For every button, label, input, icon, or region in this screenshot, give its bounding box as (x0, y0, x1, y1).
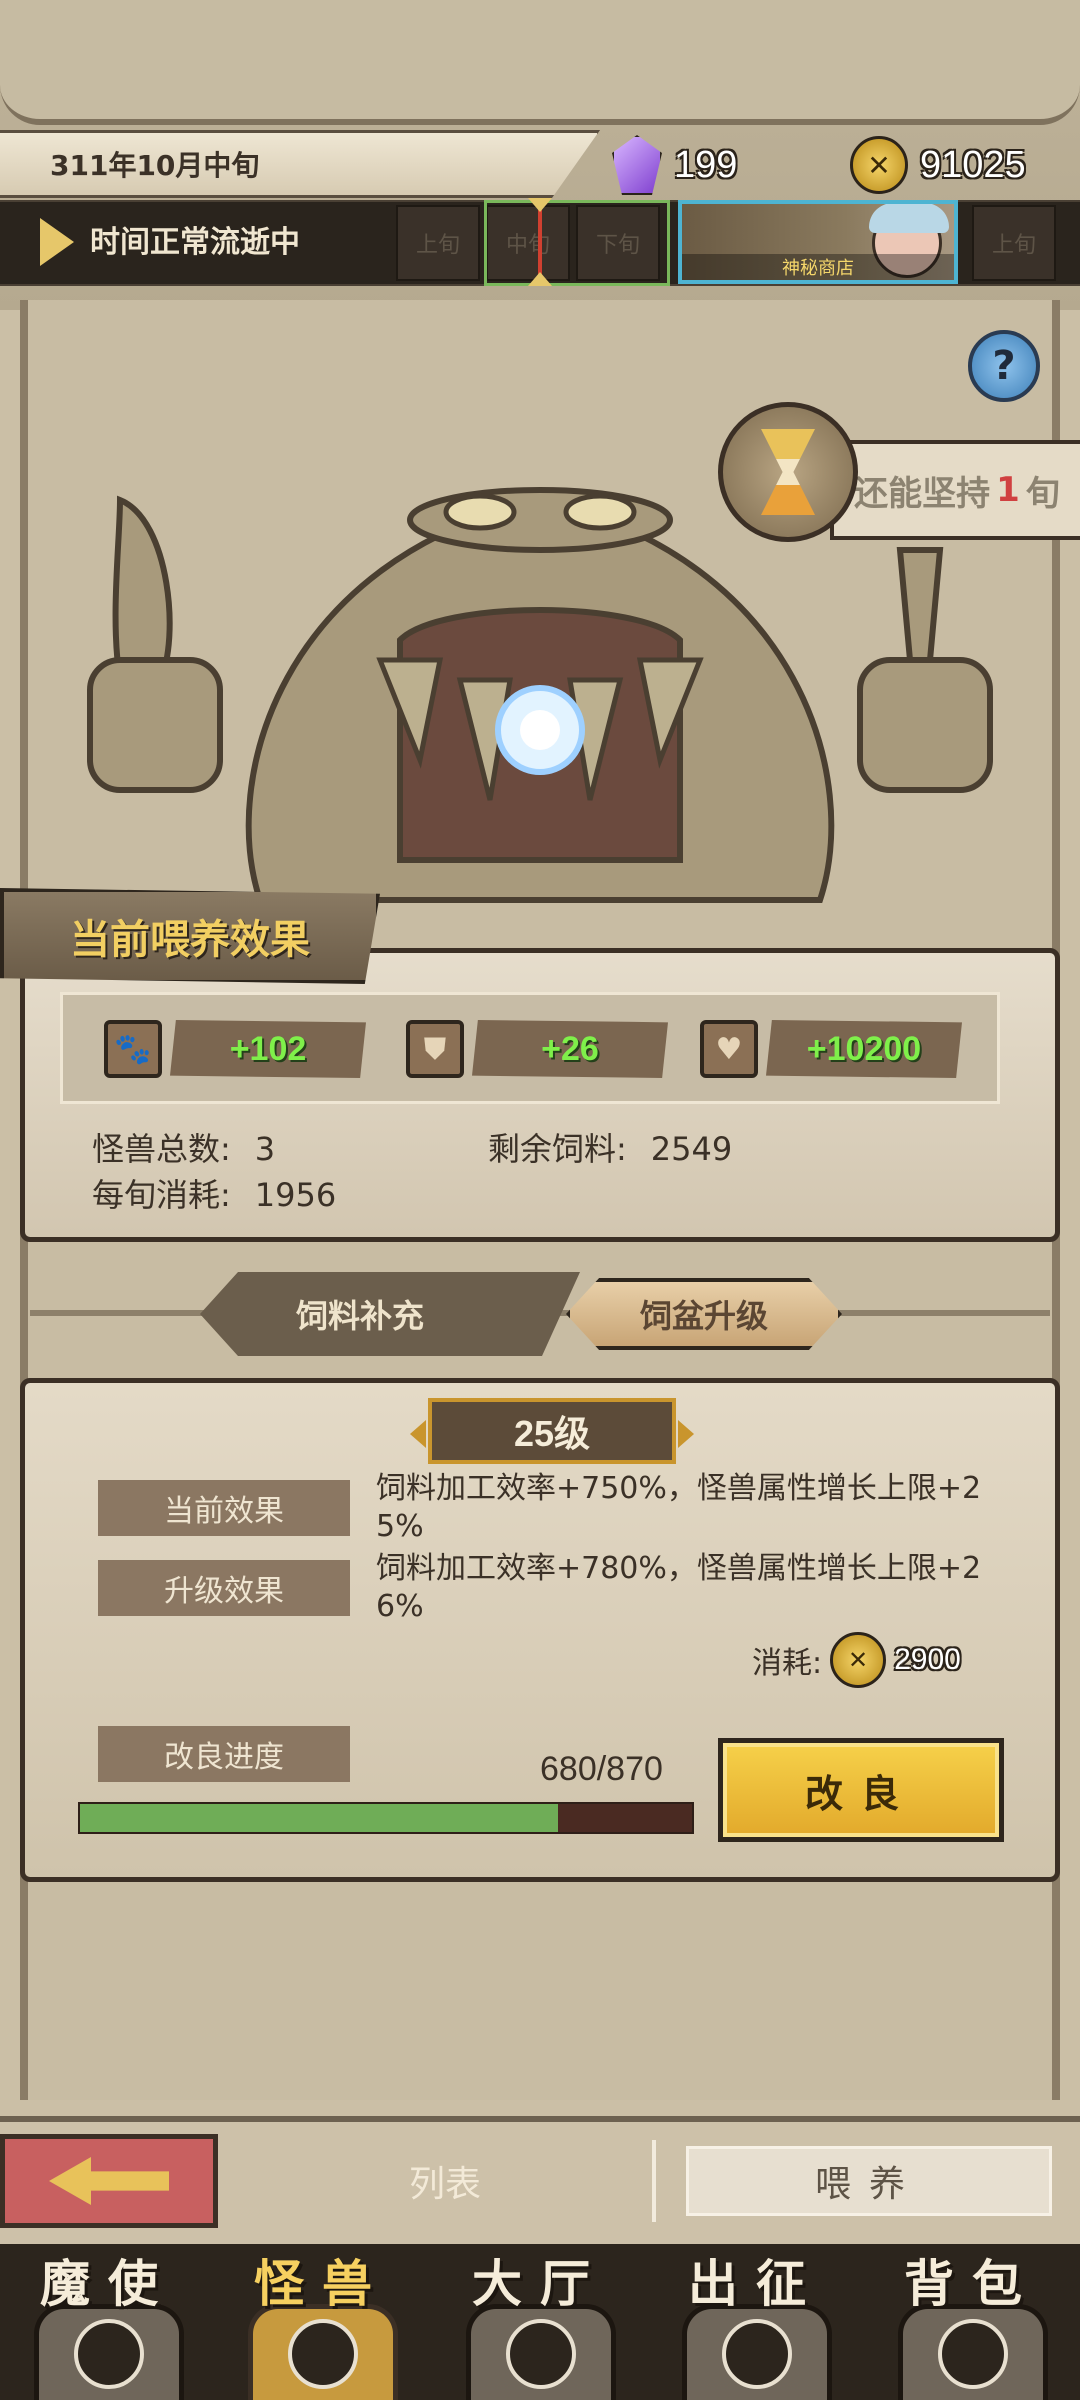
persist-count: 1 (996, 470, 1020, 510)
top-ornament (0, 0, 1080, 125)
play-icon[interactable] (40, 218, 74, 266)
mystery-shop-event[interactable]: 神秘商店 (678, 200, 958, 284)
question-icon[interactable]: ? (968, 330, 1040, 402)
persist-prefix: 还能坚持 (854, 473, 991, 514)
upgrade-cost: 消耗: ✕ 2900 (752, 1632, 961, 1688)
remaining-feed-label: 剩余饲料: (488, 1130, 627, 1168)
cost-value: 2900 (894, 1643, 961, 1676)
shield-icon: ⛊ (406, 1020, 464, 1078)
coin-count: 91025 (920, 143, 1026, 186)
monster-count-value: 3 (254, 1130, 276, 1168)
progress-label: 改良进度 (98, 1726, 350, 1782)
skull-icon (34, 2304, 184, 2400)
nav-label: 出征 (688, 2255, 824, 2313)
cost-label: 消耗: (752, 1646, 823, 1681)
timeline-cell: 上旬 (972, 205, 1056, 281)
coin-icon: ✕ (830, 1632, 887, 1688)
helmet-icon (682, 2304, 832, 2400)
nav-label: 背包 (904, 2255, 1040, 2313)
nav-label: 大厅 (472, 2255, 608, 2313)
hall-icon (466, 2304, 616, 2400)
persist-banner: 还能坚持 1 旬 (830, 440, 1080, 540)
progress-text: 680/870 (540, 1750, 663, 1788)
timeline-cell: 上旬 (396, 205, 480, 281)
consumption-label: 每旬消耗: (92, 1176, 231, 1214)
back-arrow-icon (49, 2157, 169, 2205)
gem-counter[interactable]: 199 (612, 135, 738, 195)
next-effect-label: 升级效果 (98, 1560, 350, 1616)
time-status: 时间正常流逝中 (90, 225, 300, 260)
stat-defense: ⛊ +26 (406, 1018, 668, 1080)
nav-label: 魔使 (40, 2255, 176, 2313)
gem-count: 199 (674, 143, 738, 186)
paw-icon: 🐾 (104, 1020, 162, 1078)
nav-item-expedition[interactable]: 出征 (656, 2244, 856, 2400)
tab-feed-supply[interactable]: 饲料补充 (200, 1272, 580, 1356)
nav-item-hall[interactable]: 大厅 (440, 2244, 640, 2400)
nav-item-envoy[interactable]: 魔使 (8, 2244, 208, 2400)
persist-suffix: 旬 (1025, 473, 1060, 514)
nav-label: 怪兽 (254, 2255, 390, 2313)
nav-item-backpack[interactable]: 背包 (872, 2244, 1072, 2400)
level-badge: 25级 (410, 1398, 694, 1464)
date-label: 311年10月中旬 (50, 149, 260, 182)
back-button[interactable] (0, 2134, 218, 2228)
monster-count: 怪兽总数: 3 (92, 1124, 275, 1170)
gem-icon (612, 135, 662, 195)
consumption: 每旬消耗: 1956 (92, 1170, 336, 1216)
tab-feed[interactable]: 喂养 (686, 2146, 1052, 2216)
stat-value: +10200 (766, 1020, 962, 1078)
backpack-icon (898, 2304, 1048, 2400)
stat-value: +102 (170, 1020, 366, 1078)
consumption-value: 1956 (254, 1176, 337, 1214)
current-effect-text: 饲料加工效率+750%，怪兽属性增长上限+25% (376, 1471, 982, 1544)
timeline-current-frame (484, 200, 670, 286)
hourglass-icon (718, 402, 858, 542)
monster-icon (248, 2304, 398, 2400)
sub-nav-divider (652, 2140, 656, 2222)
progress-bar-fill (80, 1804, 559, 1832)
progress-bar (78, 1802, 694, 1834)
monster-illustration (87, 487, 993, 903)
remaining-feed-value: 2549 (650, 1130, 733, 1168)
mystery-shop-label: 神秘商店 (682, 254, 954, 280)
coin-icon: ✕ (850, 136, 908, 194)
remaining-feed: 剩余饲料: 2549 (488, 1124, 732, 1170)
timeline-marker-arrow-bottom (528, 272, 552, 286)
improve-button[interactable]: 改良 (718, 1738, 1004, 1842)
date-banner: 311年10月中旬 (0, 130, 600, 198)
stat-attack: 🐾 +102 (104, 1018, 366, 1080)
heart-icon: ♥ (700, 1020, 758, 1078)
coin-counter[interactable]: ✕ 91025 (850, 136, 1026, 194)
nav-item-monster[interactable]: 怪兽 (222, 2244, 422, 2400)
current-effect-label: 当前效果 (98, 1480, 350, 1536)
stat-health: ♥ +10200 (700, 1018, 962, 1080)
tab-bowl-upgrade[interactable]: 饲盆升级 (566, 1278, 842, 1350)
monster-count-label: 怪兽总数: (92, 1130, 231, 1168)
tab-list[interactable]: 列表 (360, 2146, 530, 2216)
timeline-marker-arrow-top (528, 198, 552, 212)
next-effect-text: 饲料加工效率+780%，怪兽属性增长上限+26% (376, 1551, 982, 1624)
stat-value: +26 (472, 1020, 668, 1078)
feed-effect-title: 当前喂养效果 (0, 888, 380, 984)
